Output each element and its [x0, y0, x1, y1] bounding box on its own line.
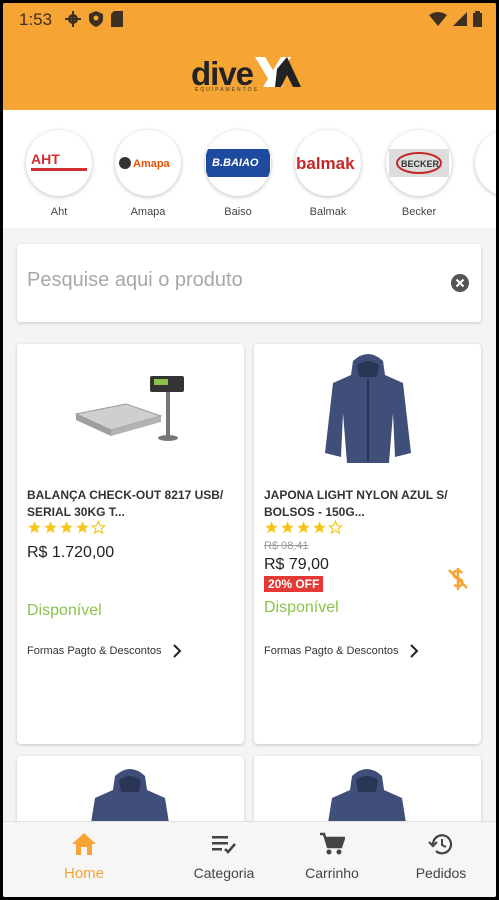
product-price: R$ 79,00	[264, 556, 329, 573]
chevron-right-icon	[409, 644, 418, 658]
battery-icon	[473, 11, 482, 27]
brand-logo-amapa: Amapa	[115, 130, 181, 196]
brand-item-b[interactable]: B	[473, 130, 496, 218]
brand-item-becker[interactable]: BECKER Becker	[384, 130, 454, 218]
logo-tagline: EQUIPAMENTOS	[195, 87, 259, 93]
cart-icon	[320, 832, 346, 855]
rating-stars	[27, 520, 106, 535]
product-card[interactable]	[254, 756, 481, 821]
svg-text:AHT: AHT	[31, 151, 60, 167]
product-image	[91, 769, 169, 821]
payment-options-link[interactable]: Formas Pagto & Descontos	[264, 644, 419, 658]
shield-icon	[89, 11, 103, 27]
app-header: dive EQUIPAMENTOS	[3, 35, 496, 110]
payment-options-label: Formas Pagto & Descontos	[27, 645, 162, 657]
availability-status: Disponível	[27, 602, 102, 619]
star-full-icon	[297, 521, 310, 534]
star-full-icon	[28, 521, 41, 534]
nav-carrinho[interactable]: Carrinho	[287, 832, 377, 881]
logo-text: dive	[191, 55, 254, 92]
brand-name: Amapa	[130, 206, 166, 218]
product-image	[328, 769, 406, 821]
svg-text:Amapa: Amapa	[133, 158, 171, 170]
payment-options-link[interactable]: Formas Pagto & Descontos	[27, 644, 182, 658]
home-icon	[72, 833, 96, 855]
nav-label: Home	[63, 865, 104, 882]
brand-item-baiso[interactable]: B.BAIAO Baiso	[203, 130, 273, 218]
clear-search-icon[interactable]	[451, 274, 469, 292]
brand-name: B	[473, 206, 496, 218]
brand-carousel[interactable]: AHT Aht Amapa Amapa B.BAIAO Baiso balmak	[3, 110, 496, 228]
star-full-icon	[76, 521, 89, 534]
product-name: BALANÇA CHECK-OUT 8217 USB/ SERIAL 30KG …	[27, 488, 224, 519]
product-price: R$ 1.720,00	[27, 544, 115, 561]
brand-item-aht[interactable]: AHT Aht	[24, 130, 94, 218]
nav-pedidos[interactable]: Pedidos	[396, 832, 486, 881]
rating-stars	[264, 520, 343, 535]
wifi-icon	[429, 12, 447, 26]
search-input[interactable]	[27, 260, 427, 300]
main-content: AHT Aht Amapa Amapa B.BAIAO Baiso balmak	[3, 110, 496, 821]
nav-label: Carrinho	[305, 865, 359, 881]
brand-name: Aht	[50, 206, 68, 218]
brand-logo-aht: AHT	[26, 130, 92, 196]
star-full-icon	[265, 521, 278, 534]
discount-badge: 20% OFF	[264, 576, 324, 592]
history-icon	[428, 834, 453, 855]
brand-logo-b	[475, 130, 496, 196]
nav-label: Pedidos	[415, 865, 467, 881]
star-full-icon	[281, 521, 294, 534]
sd-card-icon	[111, 11, 123, 27]
chevron-right-icon	[172, 644, 181, 658]
nav-home[interactable]: Home	[39, 832, 129, 882]
star-full-icon	[60, 521, 73, 534]
bottom-navigation: Home Categoria Carrinho Pedidos	[3, 821, 496, 897]
product-image	[17, 344, 244, 474]
star-full-icon	[313, 521, 326, 534]
status-time: 1:53	[19, 10, 53, 29]
brand-name: Becker	[401, 206, 437, 218]
product-card[interactable]: JAPONA LIGHT NYLON AZUL S/ BOLSOS - 150G…	[254, 344, 481, 744]
brand-logo-balmak: balmak	[295, 130, 361, 196]
phone-screen: 1:53 dive EQUIPAMENTOS AHT Aht Amapa Ama…	[3, 3, 496, 897]
product-card[interactable]	[17, 756, 244, 821]
nav-categoria[interactable]: Categoria	[179, 832, 269, 881]
star-empty-icon	[328, 520, 343, 535]
divex-logo: dive EQUIPAMENTOS	[191, 55, 302, 93]
brand-name: Balmak	[309, 206, 347, 218]
svg-text:balmak: balmak	[296, 154, 355, 173]
settings-icon	[65, 11, 81, 27]
nav-label: Categoria	[193, 865, 255, 881]
brand-item-amapa[interactable]: Amapa Amapa	[113, 130, 183, 218]
product-image	[254, 344, 481, 474]
brand-item-balmak[interactable]: balmak Balmak	[293, 130, 363, 218]
product-card[interactable]: BALANÇA CHECK-OUT 8217 USB/ SERIAL 30KG …	[17, 344, 244, 744]
svg-text:BECKER: BECKER	[401, 159, 440, 169]
signal-icon	[453, 12, 467, 26]
search-box	[17, 244, 481, 322]
availability-status: Disponível	[264, 599, 339, 616]
brand-logo-baiso: B.BAIAO	[205, 130, 271, 196]
product-name: JAPONA LIGHT NYLON AZUL S/ BOLSOS - 150G…	[264, 488, 448, 519]
brand-name: Baiso	[224, 206, 252, 218]
star-full-icon	[44, 521, 57, 534]
payment-options-label: Formas Pagto & Descontos	[264, 645, 399, 657]
original-price: R$ 98,41	[264, 540, 309, 552]
star-empty-icon	[91, 520, 106, 535]
price-drop-icon	[448, 568, 468, 590]
svg-text:B.BAIAO: B.BAIAO	[212, 157, 259, 169]
status-bar: 1:53	[3, 3, 496, 35]
category-list-icon	[212, 836, 236, 854]
brand-logo-becker: BECKER	[386, 130, 452, 196]
logo-x-mark	[255, 57, 302, 87]
